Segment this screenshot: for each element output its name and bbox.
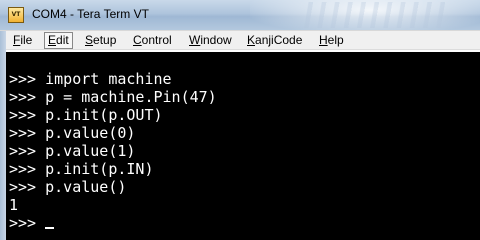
terminal-line: >>> p.value(1) [9,142,136,160]
menu-edit-mnemonic: E [48,33,57,47]
menu-setup-mnemonic: S [85,33,94,47]
terminal-line: >>> p.value(0) [9,124,136,142]
menu-setup[interactable]: Setup [82,32,119,49]
menu-file[interactable]: File [10,32,35,49]
teraterm-app-icon[interactable]: VT [8,7,24,23]
menu-edit-label: dit [56,33,69,47]
window-frame-left [0,31,6,51]
menu-window-mnemonic: W [189,33,201,47]
terminal-line: >>> p = machine.Pin(47) [9,88,217,106]
terminal-cursor [45,227,55,229]
terminal-line: >>> p.value() [9,178,127,196]
menu-kanjicode-mnemonic: K [247,33,256,47]
menu-window-label: indow [200,33,232,47]
menu-bar: File Edit Setup Control Window KanjiCode… [0,30,480,51]
menu-control-mnemonic: C [133,33,142,47]
menu-help-mnemonic: H [319,33,328,47]
terminal-prompt-line: >>> [9,214,480,232]
terminal-line: >>> p.init(p.OUT) [9,106,163,124]
menu-help-label: elp [327,33,344,47]
menu-kanjicode[interactable]: KanjiCode [244,32,305,49]
terminal-line: >>> p.init(p.IN) [9,160,154,178]
menu-file-label: ile [20,33,33,47]
terminal-prompt: >>> [9,214,46,232]
menu-edit[interactable]: Edit [44,32,73,49]
title-bar-texture [300,2,450,28]
menu-control[interactable]: Control [130,32,175,49]
menu-help[interactable]: Help [316,32,347,49]
window-title: COM4 - Tera Term VT [32,7,149,21]
terminal-line: >>> import machine [9,70,172,88]
terminal-screen[interactable]: >>> import machine >>> p = machine.Pin(4… [6,52,480,240]
menu-control-label: ontrol [141,33,172,47]
menu-window[interactable]: Window [186,32,235,49]
terminal-line: 1 [9,196,19,214]
menu-setup-label: etup [93,33,117,47]
menu-kanjicode-label: anjiCode [255,33,303,47]
title-bar[interactable]: VT COM4 - Tera Term VT [0,0,480,30]
tera-term-window: VT COM4 - Tera Term VT File Edit Setup C… [0,0,480,240]
